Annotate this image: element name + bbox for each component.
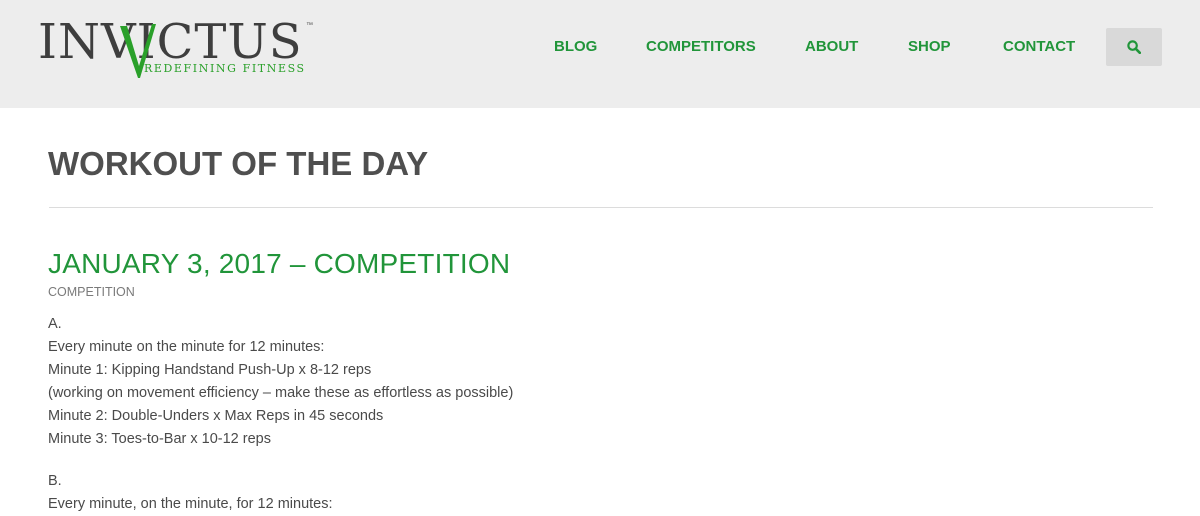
section-a-label: A. (48, 316, 62, 332)
post-body: A. Every minute on the minute for 12 min… (48, 313, 513, 516)
nav-item-about[interactable]: ABOUT (805, 38, 858, 55)
section-a-line: (working on movement efficiency – make t… (48, 385, 514, 401)
main-nav: BLOG COMPETITORS ABOUT SHOP CONTACT (0, 0, 1200, 95)
nav-item-competitors[interactable]: COMPETITORS (646, 38, 756, 55)
nav-item-blog[interactable]: BLOG (554, 38, 597, 55)
post-category-link[interactable]: COMPETITION (48, 285, 135, 299)
section-a-line: Minute 2: Double-Unders x Max Reps in 45… (48, 408, 384, 424)
section-a-line: Minute 3: Toes-to-Bar x 10-12 reps (48, 431, 271, 447)
section-b-label: B. (48, 473, 62, 489)
search-button[interactable] (1106, 28, 1162, 66)
search-icon (1127, 40, 1141, 54)
nav-item-contact[interactable]: CONTACT (1003, 38, 1075, 55)
site-header: INVICTUS ™ REDEFINING FITNESS BLOG COMPE… (0, 0, 1200, 108)
post-title-link[interactable]: JANUARY 3, 2017 – COMPETITION (48, 248, 510, 280)
page-title: WORKOUT OF THE DAY (48, 145, 429, 182)
nav-item-shop[interactable]: SHOP (908, 38, 951, 55)
title-divider (49, 207, 1153, 208)
section-a-line: Minute 1: Kipping Handstand Push-Up x 8-… (48, 362, 372, 378)
section-b-line: Every minute, on the minute, for 12 minu… (48, 496, 333, 512)
section-a-line: Every minute on the minute for 12 minute… (48, 339, 325, 355)
